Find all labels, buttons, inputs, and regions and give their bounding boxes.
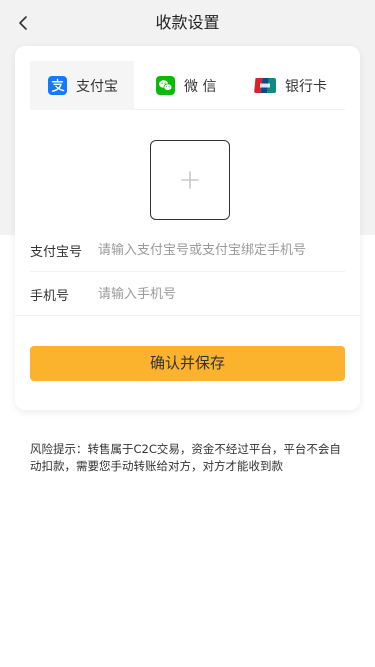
nav-bar: 收款设置 (0, 0, 375, 46)
plus-icon (181, 171, 199, 189)
tab-wechat[interactable]: 微 信 (156, 61, 246, 110)
page-title: 收款设置 (155, 13, 220, 32)
qr-code-upload[interactable] (150, 140, 230, 220)
divider (15, 315, 360, 316)
account-row: 支付宝号 (30, 228, 348, 272)
confirm-save-button[interactable]: 确认并保存 (30, 346, 345, 381)
account-label: 支付宝号 (30, 245, 83, 260)
payment-method-tabs: 支付宝 微 信 银行卡 (30, 61, 345, 110)
unionpay-icon (254, 78, 276, 93)
risk-notice: 风险提示：转售属于C2C交易，资金不经过平台，平台不会自动扣款，需要您手动转账给… (30, 442, 341, 473)
tab-label: 银行卡 (285, 78, 327, 95)
alipay-icon (48, 76, 67, 95)
payment-card: 支付宝 微 信 银行卡 支付宝号 请输入支付宝号或支付宝绑定手机号 手机号 请输… (15, 46, 360, 410)
alipay-account-input[interactable] (98, 234, 348, 266)
phone-label: 手机号 (30, 289, 70, 304)
wechat-icon (156, 76, 175, 95)
tab-label: 支付宝 (76, 78, 118, 95)
payment-settings-page: 收款设置 支付宝 微 信 银行卡 支付宝号 请输入支付宝号或支付宝绑定手机号 手… (0, 0, 375, 667)
tab-bank-card[interactable]: 银行卡 (254, 61, 354, 110)
phone-input[interactable] (98, 278, 348, 310)
tab-alipay[interactable]: 支付宝 (30, 61, 134, 110)
tab-label: 微 信 (184, 78, 217, 95)
phone-row: 手机号 (30, 272, 348, 316)
